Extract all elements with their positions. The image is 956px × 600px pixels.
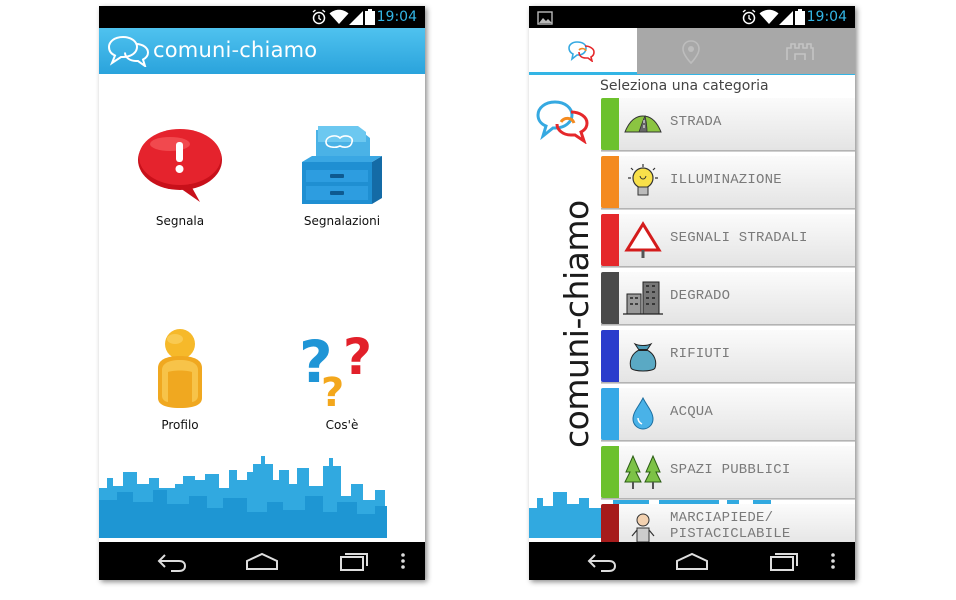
- profilo-button[interactable]: Profilo: [105, 328, 255, 432]
- trash-bag-icon: [623, 336, 663, 376]
- app-bar: comuni-chiamo: [99, 28, 425, 74]
- home-button-icon[interactable]: [244, 549, 280, 573]
- segnala-label: Segnala: [155, 214, 205, 228]
- battery-icon: [365, 9, 375, 29]
- navigation-bar: [529, 542, 855, 580]
- back-button-icon[interactable]: [153, 549, 189, 573]
- category-color-bar: [601, 214, 619, 266]
- profilo-label: Profilo: [161, 418, 199, 432]
- question-marks-icon: ? ? ?: [299, 328, 385, 416]
- city-hall-tab-icon: [785, 42, 815, 66]
- category-label: ACQUA: [670, 404, 714, 420]
- svg-text:?: ?: [321, 370, 344, 410]
- tab-map[interactable]: [637, 28, 745, 74]
- status-time: 19:04: [806, 9, 847, 25]
- segnalazioni-label: Segnalazioni: [303, 214, 381, 228]
- trees-icon: [623, 452, 663, 492]
- category-label: SEGNALI STRADALI: [670, 230, 808, 246]
- signal-icon: [349, 9, 363, 29]
- buildings-icon: [623, 278, 663, 318]
- category-label: MARCIAPIEDE/ PISTACICLABILE: [670, 510, 791, 542]
- cose-button[interactable]: ? ? ? Cos'è: [267, 324, 417, 432]
- category-color-bar: [601, 156, 619, 208]
- image-notification-icon: [537, 10, 553, 29]
- speech-bubbles-logo-icon: [535, 100, 593, 148]
- alarm-icon: [741, 9, 757, 29]
- category-color-bar: [601, 388, 619, 440]
- signal-icon: [779, 9, 793, 29]
- category-color-bar: [601, 272, 619, 324]
- segnalazioni-button[interactable]: Segnalazioni: [267, 122, 417, 228]
- segnala-button[interactable]: Segnala: [105, 124, 255, 228]
- water-drop-icon: [623, 394, 663, 434]
- category-label: STRADA: [670, 114, 722, 130]
- categories-screen: 19:04 comuni-chiamo Seleziona una catego…: [529, 6, 855, 580]
- category-label: DEGRADO: [670, 288, 731, 304]
- user-profile-icon: [150, 329, 210, 414]
- warning-sign-icon: [623, 220, 663, 260]
- wifi-icon: [329, 9, 349, 29]
- status-bar: 19:04: [529, 6, 855, 28]
- category-segnali-stradali[interactable]: SEGNALI STRADALI: [601, 214, 855, 267]
- category-spazi-pubblici[interactable]: SPAZI PUBBLICI: [601, 446, 855, 499]
- category-heading: Seleziona una categoria: [600, 78, 769, 94]
- tab-city[interactable]: [745, 28, 855, 74]
- road-icon: [623, 104, 663, 144]
- status-bar: 19:04: [99, 6, 425, 28]
- category-degrado[interactable]: DEGRADO: [601, 272, 855, 325]
- alarm-icon: [311, 9, 327, 29]
- wifi-icon: [759, 9, 779, 29]
- back-button-icon[interactable]: [583, 549, 619, 573]
- tab-bar: [529, 28, 855, 74]
- category-color-bar: [601, 446, 619, 498]
- speech-bubbles-tab-icon: [567, 40, 597, 66]
- home-button-icon[interactable]: [674, 549, 710, 573]
- alert-bubble-icon: [134, 129, 226, 210]
- category-color-bar: [601, 330, 619, 382]
- status-time: 19:04: [376, 9, 417, 25]
- speech-bubbles-logo-icon: [107, 35, 151, 71]
- recent-apps-button-icon[interactable]: [765, 549, 801, 573]
- menu-overflow-icon[interactable]: [397, 549, 409, 573]
- category-color-bar: [601, 504, 619, 546]
- category-strada[interactable]: STRADA: [601, 98, 855, 151]
- tab-categories[interactable]: [529, 28, 637, 74]
- menu-overflow-icon[interactable]: [827, 549, 839, 573]
- app-title: comuni-chiamo: [153, 38, 318, 62]
- home-screen: 19:04 comuni-chiamo Segnala Segnalazioni…: [99, 6, 425, 580]
- city-skyline: [99, 448, 425, 542]
- category-label: RIFIUTI: [670, 346, 731, 362]
- svg-text:?: ?: [343, 328, 372, 386]
- vertical-brand-text: comuni-chiamo: [557, 200, 596, 448]
- navigation-bar: [99, 542, 425, 580]
- battery-icon: [795, 9, 805, 29]
- category-rifiuti[interactable]: RIFIUTI: [601, 330, 855, 383]
- category-label: ILLUMINAZIONE: [670, 172, 782, 188]
- category-illuminazione[interactable]: ILLUMINAZIONE: [601, 156, 855, 209]
- category-marciapiede[interactable]: MARCIAPIEDE/ PISTACICLABILE: [601, 504, 855, 546]
- tab-divider: [529, 74, 855, 75]
- map-pin-tab-icon: [681, 40, 701, 68]
- recent-apps-button-icon[interactable]: [335, 549, 371, 573]
- cose-label: Cos'è: [325, 418, 359, 432]
- category-label: SPAZI PUBBLICI: [670, 462, 791, 478]
- category-color-bar: [601, 98, 619, 150]
- category-acqua[interactable]: ACQUA: [601, 388, 855, 441]
- folder-cabinet-icon: [296, 126, 388, 210]
- lightbulb-icon: [623, 162, 663, 202]
